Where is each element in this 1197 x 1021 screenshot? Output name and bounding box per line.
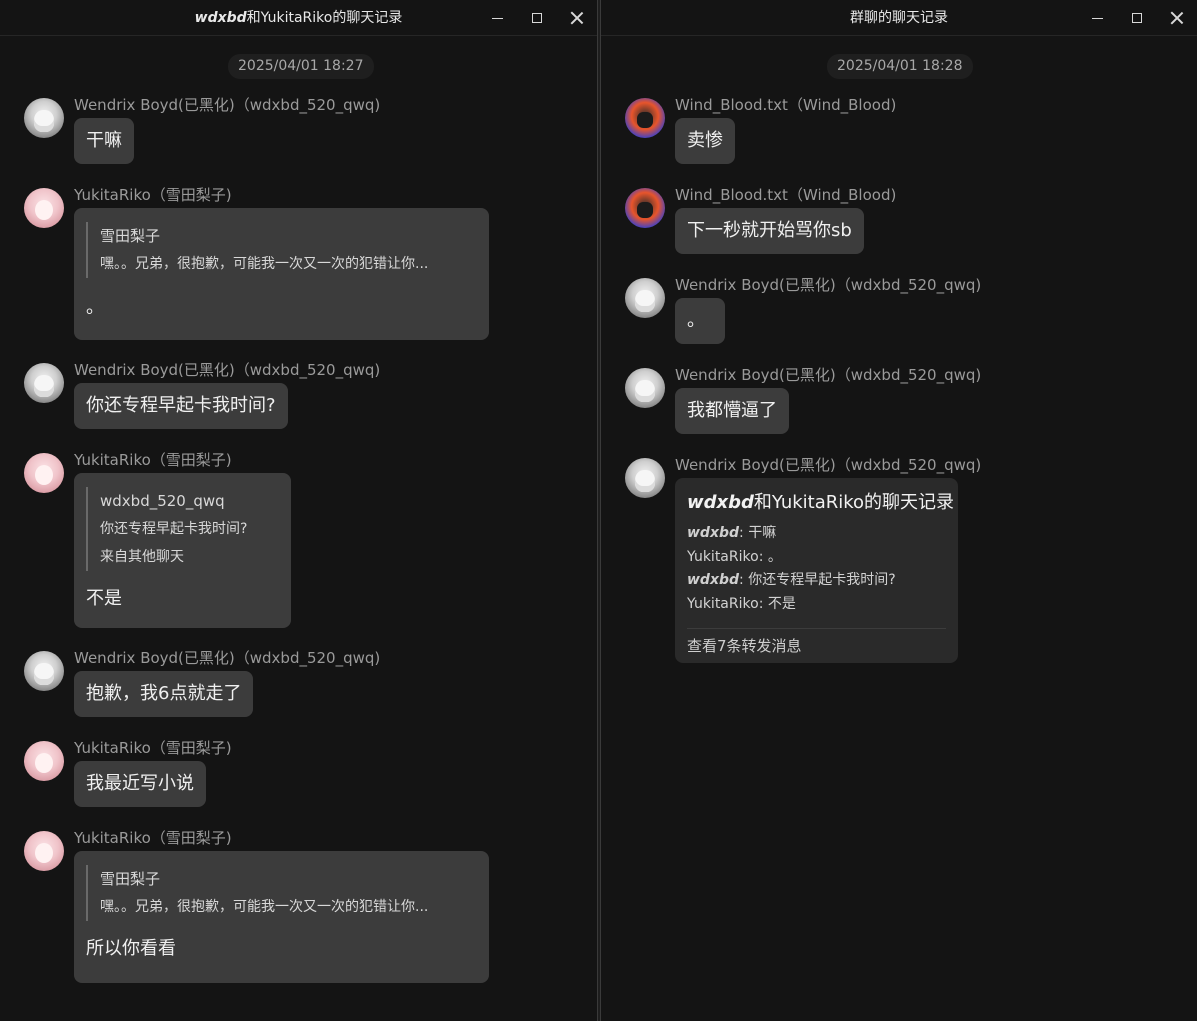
reply-text: 。 bbox=[86, 297, 104, 318]
close-icon bbox=[1171, 12, 1183, 24]
wendrix-avatar[interactable] bbox=[24, 98, 64, 138]
message-item: YukitaRiko（雪田梨子) wdxbd_520_qwq 你还专程早起卡我时… bbox=[24, 449, 584, 634]
message-bubble[interactable]: 我都懵逼了 bbox=[675, 388, 789, 434]
message-item: Wendrix Boyd(已黑化)（wdxbd_520_qwq) wdxbd和Y… bbox=[625, 454, 1185, 669]
close-icon bbox=[571, 12, 583, 24]
yukita-avatar[interactable] bbox=[24, 741, 64, 781]
view-forwarded-messages-link[interactable]: 查看7条转发消息 bbox=[687, 629, 946, 663]
message-bubble[interactable]: 我最近写小说 bbox=[74, 761, 206, 807]
message-item: YukitaRiko（雪田梨子) 雪田梨子 嘿。。兄弟，很抱歉，可能我一次又一次… bbox=[24, 184, 584, 344]
sender-name: YukitaRiko（雪田梨子) bbox=[74, 739, 232, 757]
forwarded-speaker: wdxbd bbox=[687, 572, 740, 588]
sender-name: Wind_Blood.txt（Wind_Blood) bbox=[675, 186, 897, 204]
sender-name: Wendrix Boyd(已黑化)（wdxbd_520_qwq) bbox=[675, 366, 982, 384]
quote-text: 你还专程早起卡我时间? bbox=[100, 521, 248, 537]
minimize-button[interactable] bbox=[477, 0, 517, 36]
window-title-suffix: 和YukitaRiko的聊天记录 bbox=[246, 10, 403, 26]
maximize-button[interactable] bbox=[517, 0, 557, 36]
sender-name: Wendrix Boyd(已黑化)（wdxbd_520_qwq) bbox=[74, 649, 381, 667]
quote-text: 嘿。。兄弟，很抱歉，可能我一次又一次的犯错让你... bbox=[100, 899, 429, 915]
chat-history-window-right: 群聊的聊天记录 2025/04/01 18:28 Wind_Blood.txt（… bbox=[600, 0, 1197, 1021]
reply-bubble[interactable]: wdxbd_520_qwq 你还专程早起卡我时间? 来自其他聊天 不是 bbox=[74, 473, 291, 628]
yukita-avatar[interactable] bbox=[24, 188, 64, 228]
title-bar: 群聊的聊天记录 bbox=[601, 0, 1197, 36]
minimize-icon bbox=[491, 17, 503, 19]
forwarded-text: : 。 bbox=[758, 548, 782, 565]
wendrix-avatar[interactable] bbox=[625, 458, 665, 498]
minimize-icon bbox=[1091, 17, 1103, 19]
quote-author: 雪田梨子 bbox=[100, 227, 161, 245]
reply-text: 所以你看看 bbox=[86, 938, 176, 959]
message-bubble[interactable]: 下一秒就开始骂你sb bbox=[675, 208, 864, 254]
quote-author: wdxbd_520_qwq bbox=[100, 492, 225, 510]
forwarded-speaker: YukitaRiko bbox=[687, 595, 759, 612]
close-button[interactable] bbox=[557, 0, 597, 36]
message-bubble[interactable]: 抱歉，我6点就走了 bbox=[74, 671, 254, 717]
message-bubble[interactable]: 卖惨 bbox=[675, 118, 735, 164]
wind-blood-avatar[interactable] bbox=[625, 188, 665, 228]
sender-name: YukitaRiko（雪田梨子) bbox=[74, 829, 232, 847]
quoted-message[interactable]: 雪田梨子 嘿。。兄弟，很抱歉，可能我一次又一次的犯错让你... bbox=[86, 865, 477, 921]
yukita-avatar[interactable] bbox=[24, 453, 64, 493]
wendrix-avatar[interactable] bbox=[24, 363, 64, 403]
maximize-icon bbox=[1132, 13, 1142, 23]
forwarded-speaker: wdxbd bbox=[687, 525, 740, 541]
message-item: Wendrix Boyd(已黑化)（wdxbd_520_qwq) 。 bbox=[625, 274, 1185, 349]
forwarded-line: wdxbd: 你还专程早起卡我时间? bbox=[687, 569, 946, 593]
wendrix-avatar[interactable] bbox=[24, 651, 64, 691]
quote-text: 嘿。。兄弟，很抱歉，可能我一次又一次的犯错让你... bbox=[100, 256, 429, 272]
title-bar: wdxbd和YukitaRiko的聊天记录 bbox=[0, 0, 597, 36]
chat-history-window-left: wdxbd和YukitaRiko的聊天记录 2025/04/01 18:27 W… bbox=[0, 0, 598, 1021]
forwarded-title-suffix: 和YukitaRiko的聊天记录 bbox=[753, 492, 955, 513]
message-bubble[interactable]: 你还专程早起卡我时间? bbox=[74, 383, 288, 429]
sender-name: Wind_Blood.txt（Wind_Blood) bbox=[675, 96, 897, 114]
sender-name: Wendrix Boyd(已黑化)（wdxbd_520_qwq) bbox=[675, 456, 982, 474]
forwarded-line: YukitaRiko: 不是 bbox=[687, 593, 946, 617]
yukita-avatar[interactable] bbox=[24, 831, 64, 871]
forwarded-text: : 不是 bbox=[758, 595, 796, 612]
sender-name: Wendrix Boyd(已黑化)（wdxbd_520_qwq) bbox=[74, 361, 381, 379]
sender-name: Wendrix Boyd(已黑化)（wdxbd_520_qwq) bbox=[675, 276, 982, 294]
forwarded-line: wdxbd: 干嘛 bbox=[687, 522, 946, 546]
quoted-message[interactable]: wdxbd_520_qwq 你还专程早起卡我时间? 来自其他聊天 bbox=[86, 487, 279, 571]
sender-name: YukitaRiko（雪田梨子) bbox=[74, 186, 232, 204]
message-item: Wendrix Boyd(已黑化)（wdxbd_520_qwq) 你还专程早起卡… bbox=[24, 359, 584, 434]
quote-author: 雪田梨子 bbox=[100, 870, 161, 888]
forwarded-chat-card[interactable]: wdxbd和YukitaRiko的聊天记录 wdxbd: 干嘛 YukitaRi… bbox=[675, 478, 958, 663]
forwarded-preview: wdxbd: 干嘛 YukitaRiko: 。 wdxbd: 你还专程早起卡我时… bbox=[687, 522, 946, 616]
message-item: Wendrix Boyd(已黑化)（wdxbd_520_qwq) 我都懵逼了 bbox=[625, 364, 1185, 439]
wind-blood-avatar[interactable] bbox=[625, 98, 665, 138]
wendrix-avatar[interactable] bbox=[625, 368, 665, 408]
forwarded-text: : 干嘛 bbox=[739, 525, 777, 541]
minimize-button[interactable] bbox=[1077, 0, 1117, 36]
forwarded-title-prefix: wdxbd bbox=[687, 492, 754, 513]
message-item: Wendrix Boyd(已黑化)（wdxbd_520_qwq) 抱歉，我6点就… bbox=[24, 647, 584, 722]
reply-text: 不是 bbox=[86, 588, 122, 609]
reply-bubble[interactable]: 雪田梨子 嘿。。兄弟，很抱歉，可能我一次又一次的犯错让你... 。 bbox=[74, 208, 489, 340]
forwarded-speaker: YukitaRiko bbox=[687, 548, 759, 565]
message-item: Wind_Blood.txt（Wind_Blood) 下一秒就开始骂你sb bbox=[625, 184, 1185, 259]
wendrix-avatar[interactable] bbox=[625, 278, 665, 318]
maximize-button[interactable] bbox=[1117, 0, 1157, 36]
quote-source: 来自其他聊天 bbox=[100, 549, 184, 565]
maximize-icon bbox=[532, 13, 542, 23]
message-item: Wendrix Boyd(已黑化)（wdxbd_520_qwq) 干嘛 bbox=[24, 94, 584, 169]
message-bubble[interactable]: 。 bbox=[675, 298, 725, 344]
forwarded-line: YukitaRiko: 。 bbox=[687, 546, 946, 570]
sender-name: YukitaRiko（雪田梨子) bbox=[74, 451, 232, 469]
message-bubble[interactable]: 干嘛 bbox=[74, 118, 134, 164]
forwarded-card-title: wdxbd和YukitaRiko的聊天记录 bbox=[687, 488, 954, 518]
timestamp: 2025/04/01 18:28 bbox=[827, 54, 973, 79]
window-title-prefix: wdxbd bbox=[194, 10, 247, 26]
message-item: Wind_Blood.txt（Wind_Blood) 卖惨 bbox=[625, 94, 1185, 169]
reply-bubble[interactable]: 雪田梨子 嘿。。兄弟，很抱歉，可能我一次又一次的犯错让你... 所以你看看 bbox=[74, 851, 489, 983]
message-item: YukitaRiko（雪田梨子) 雪田梨子 嘿。。兄弟，很抱歉，可能我一次又一次… bbox=[24, 827, 584, 987]
close-button[interactable] bbox=[1157, 0, 1197, 36]
quoted-message[interactable]: 雪田梨子 嘿。。兄弟，很抱歉，可能我一次又一次的犯错让你... bbox=[86, 222, 477, 278]
forwarded-text: : 你还专程早起卡我时间? bbox=[739, 572, 896, 588]
message-item: YukitaRiko（雪田梨子) 我最近写小说 bbox=[24, 737, 584, 812]
timestamp: 2025/04/01 18:27 bbox=[228, 54, 374, 79]
sender-name: Wendrix Boyd(已黑化)（wdxbd_520_qwq) bbox=[74, 96, 381, 114]
